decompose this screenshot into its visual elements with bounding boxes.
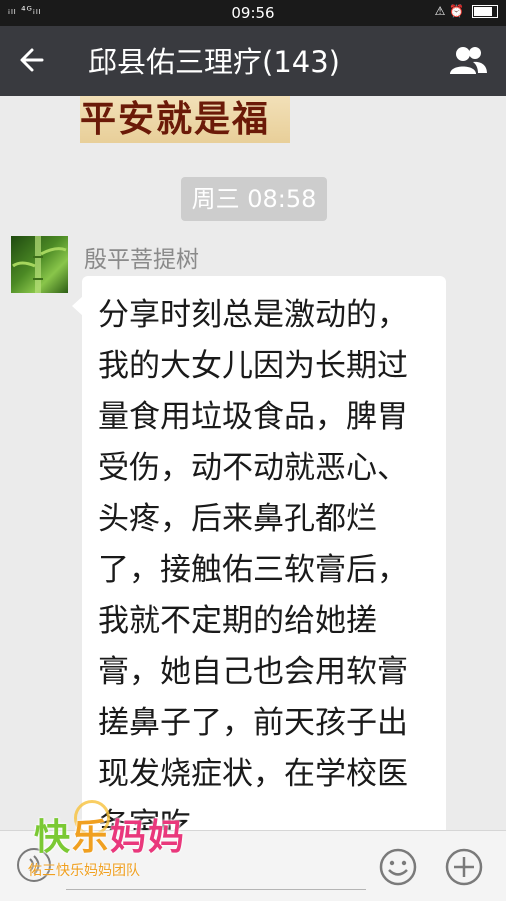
group-members-icon: [450, 47, 487, 74]
banner-text: 平安就是福: [80, 98, 271, 140]
input-bar: [0, 830, 506, 901]
shared-image-banner[interactable]: 平安就是福: [80, 96, 290, 143]
message-text: 分享时刻总是激动的，我的大女儿因为长期过量食用垃圾食品，脾胃受伤，动不动就恶心、…: [98, 297, 408, 836]
sender-name: 殷平菩提树: [84, 247, 199, 273]
arrow-left-icon: [20, 48, 44, 72]
more-button[interactable]: [444, 847, 484, 887]
battery-icon: [472, 5, 498, 18]
message-timestamp: 周三 08:58: [181, 177, 327, 221]
voice-button[interactable]: [16, 847, 52, 883]
alarm-icon: ⚠ ⏰: [434, 4, 465, 18]
group-members-button[interactable]: [448, 44, 488, 78]
avatar[interactable]: [11, 236, 68, 293]
status-bar: ᵢₗₗ ⁴ᴳᵢₗₗ 09:56 ⚠ ⏰: [0, 0, 506, 26]
chat-header: 邱县佑三理疗(143): [0, 26, 506, 96]
message-bubble[interactable]: 分享时刻总是激动的，我的大女儿因为长期过量食用垃圾食品，脾胃受伤，动不动就恶心、…: [82, 276, 446, 836]
emoji-button[interactable]: [378, 847, 418, 887]
back-button[interactable]: [18, 42, 46, 87]
chat-title: 邱县佑三理疗(143): [88, 45, 340, 79]
plus-circle-icon: [445, 848, 483, 886]
message-input[interactable]: [66, 889, 366, 890]
voice-icon: [17, 848, 51, 882]
status-time: 09:56: [231, 4, 275, 22]
status-icons: ⚠ ⏰: [435, 4, 498, 18]
emoji-icon: [379, 848, 417, 886]
bamboo-icon: [12, 236, 67, 293]
